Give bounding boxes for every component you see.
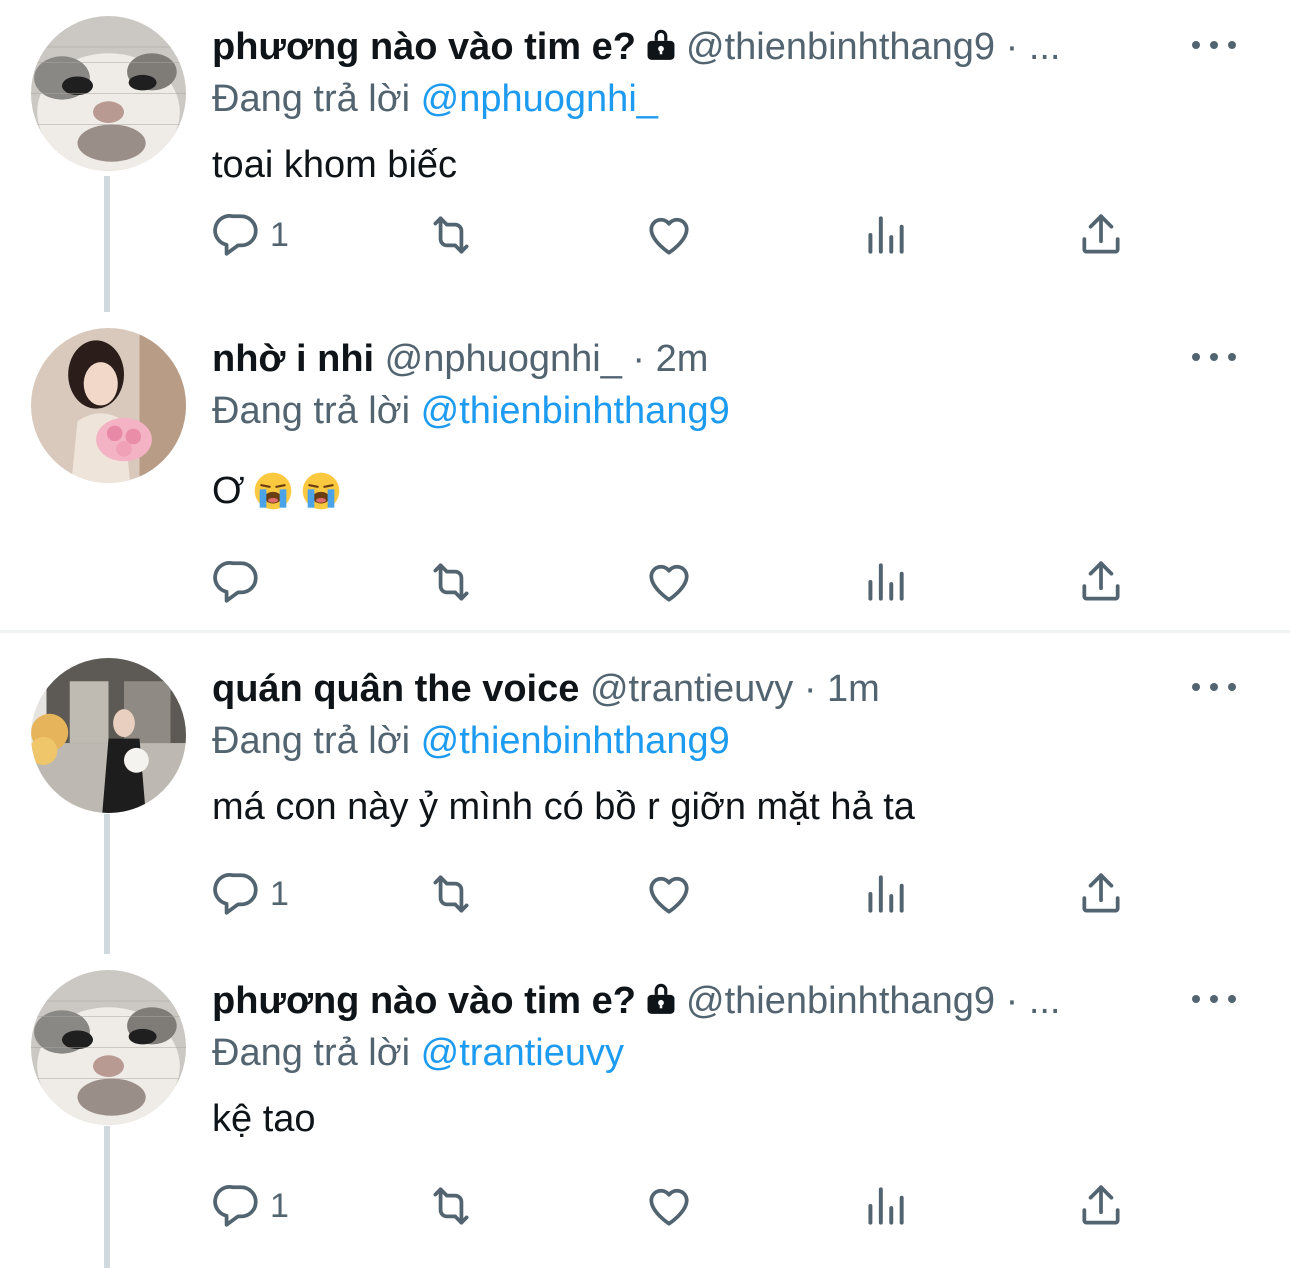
- like-icon: [644, 1181, 694, 1231]
- views-button[interactable]: [860, 205, 910, 265]
- tweet-header: phương nào vào tim e? @thienbinhthang9 · …: [212, 976, 1130, 1026]
- action-bar: 1: [212, 864, 1132, 924]
- mention-link[interactable]: @nphuognhi_: [421, 78, 658, 120]
- reply-icon: [212, 869, 262, 919]
- crying-emoji-icon: [253, 471, 293, 511]
- views-icon: [860, 869, 910, 919]
- like-button[interactable]: [644, 552, 694, 612]
- more-icon[interactable]: [1192, 672, 1236, 702]
- reply-button[interactable]: 1: [212, 205, 289, 265]
- views-icon: [860, 557, 910, 607]
- handle[interactable]: @nphuognhi_ · 2m: [385, 338, 709, 380]
- views-button[interactable]: [860, 552, 910, 612]
- thread-line: [104, 1126, 110, 1268]
- more-icon[interactable]: [1192, 984, 1236, 1014]
- tweet[interactable]: nhờ i nhi @nphuognhi_ · 2m Đang trả lời …: [0, 312, 1290, 630]
- avatar[interactable]: [31, 328, 186, 483]
- retweet-icon: [426, 557, 476, 607]
- like-icon: [644, 869, 694, 919]
- display-name[interactable]: phương nào vào tim e?: [212, 26, 636, 68]
- display-name[interactable]: nhờ i nhi: [212, 338, 374, 380]
- reply-count: 1: [270, 1186, 289, 1225]
- tweet-header: nhờ i nhi @nphuognhi_ · 2m: [212, 334, 1130, 384]
- like-button[interactable]: [644, 1176, 694, 1236]
- retweet-icon: [426, 1181, 476, 1231]
- lock-icon: [642, 25, 680, 63]
- replying-to: Đang trả lời @thienbinhthang9: [212, 390, 730, 432]
- handle[interactable]: @thienbinhthang9 · ...: [686, 26, 1061, 68]
- tweet[interactable]: quán quân the voice @trantieuvy · 1m Đan…: [0, 642, 1290, 954]
- reply-icon: [212, 557, 262, 607]
- handle[interactable]: @trantieuvy · 1m: [590, 668, 880, 710]
- tweet-header: phương nào vào tim e? @thienbinhthang9 · …: [212, 22, 1130, 72]
- share-button[interactable]: [1076, 1176, 1126, 1236]
- reply-button[interactable]: 1: [212, 864, 289, 924]
- reply-icon: [212, 1181, 262, 1231]
- like-button[interactable]: [644, 864, 694, 924]
- share-icon: [1076, 557, 1126, 607]
- retweet-icon: [426, 869, 476, 919]
- tweet[interactable]: phương nào vào tim e? @thienbinhthang9 · …: [0, 954, 1290, 1268]
- views-button[interactable]: [860, 864, 910, 924]
- mention-link[interactable]: @thienbinhthang9: [421, 720, 730, 762]
- share-icon: [1076, 1181, 1126, 1231]
- mention-link[interactable]: @trantieuvy: [421, 1032, 624, 1074]
- more-icon[interactable]: [1192, 30, 1236, 60]
- reply-icon: [212, 210, 262, 260]
- action-bar: 1: [212, 205, 1132, 265]
- share-icon: [1076, 210, 1126, 260]
- retweet-button[interactable]: [426, 864, 476, 924]
- replying-to: Đang trả lời @trantieuvy: [212, 1032, 624, 1074]
- avatar[interactable]: [31, 658, 186, 813]
- thread-line: [104, 176, 110, 312]
- display-name[interactable]: quán quân the voice: [212, 668, 579, 710]
- avatar[interactable]: [31, 970, 186, 1125]
- thread-line: [104, 814, 110, 954]
- share-button[interactable]: [1076, 864, 1126, 924]
- replying-to: Đang trả lời @nphuognhi_: [212, 78, 658, 120]
- lock-icon: [642, 979, 680, 1017]
- action-bar: [212, 552, 1132, 612]
- retweet-button[interactable]: [426, 552, 476, 612]
- like-icon: [644, 210, 694, 260]
- tweet-text: kệ tao: [212, 1098, 316, 1140]
- tweet-text: má con này ỷ mình có bồ r giỡn mặt hả ta: [212, 786, 915, 828]
- reply-button[interactable]: [212, 552, 270, 612]
- share-button[interactable]: [1076, 205, 1126, 265]
- tweet-header: quán quân the voice @trantieuvy · 1m: [212, 664, 1130, 714]
- replying-to: Đang trả lời @thienbinhthang9: [212, 720, 730, 762]
- tweet[interactable]: phương nào vào tim e? @thienbinhthang9 · …: [0, 0, 1290, 312]
- display-name[interactable]: phương nào vào tim e?: [212, 980, 636, 1022]
- divider: [0, 630, 1290, 633]
- share-button[interactable]: [1076, 552, 1126, 612]
- reply-count: 1: [270, 215, 289, 254]
- reply-button[interactable]: 1: [212, 1176, 289, 1236]
- tweet-text: toai khom biếc: [212, 144, 458, 186]
- avatar[interactable]: [31, 16, 186, 171]
- action-bar: 1: [212, 1176, 1132, 1236]
- like-icon: [644, 557, 694, 607]
- share-icon: [1076, 869, 1126, 919]
- views-button[interactable]: [860, 1176, 910, 1236]
- reply-count: 1: [270, 874, 289, 913]
- like-button[interactable]: [644, 205, 694, 265]
- tweet-text: Ơ: [212, 464, 341, 518]
- retweet-icon: [426, 210, 476, 260]
- more-icon[interactable]: [1192, 342, 1236, 372]
- handle[interactable]: @thienbinhthang9 · ...: [686, 980, 1061, 1022]
- views-icon: [860, 210, 910, 260]
- retweet-button[interactable]: [426, 1176, 476, 1236]
- views-icon: [860, 1181, 910, 1231]
- mention-link[interactable]: @thienbinhthang9: [421, 390, 730, 432]
- crying-emoji-icon: [301, 471, 341, 511]
- retweet-button[interactable]: [426, 205, 476, 265]
